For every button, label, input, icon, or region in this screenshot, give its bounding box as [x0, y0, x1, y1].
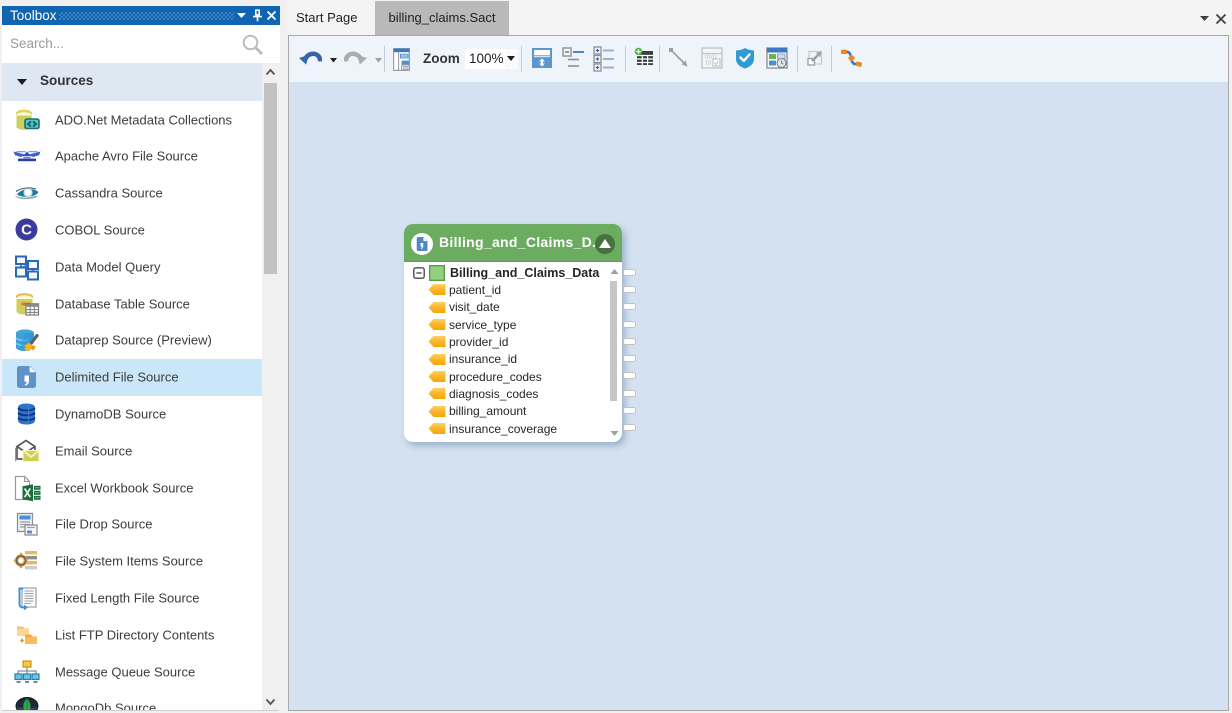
svg-text:10: 10 — [705, 61, 711, 67]
svg-text:C: C — [21, 221, 32, 238]
